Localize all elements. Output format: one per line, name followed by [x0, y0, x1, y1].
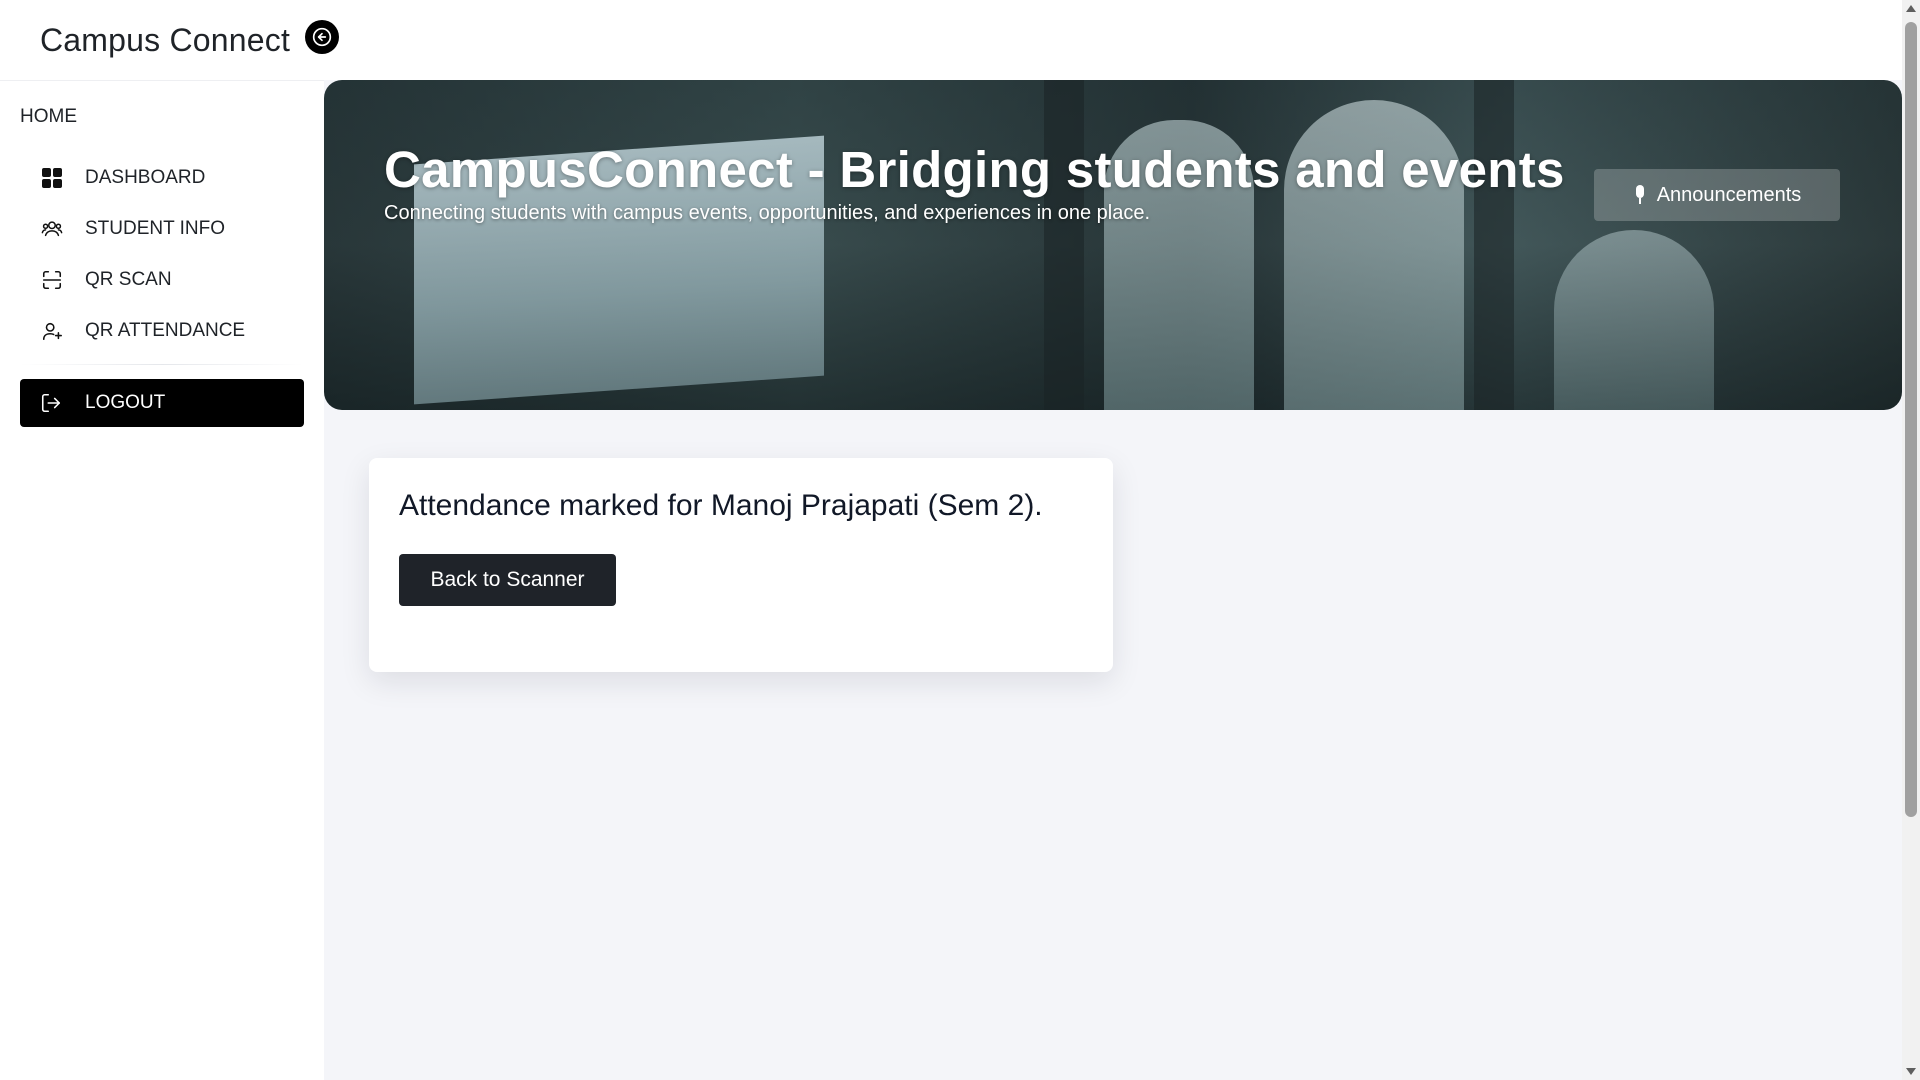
attendance-message: Attendance marked for Manoj Prajapati (S…	[399, 489, 1043, 522]
sidebar-item-student-info[interactable]: STUDENT INFO	[20, 203, 304, 254]
hero-decoration	[1044, 80, 1084, 410]
sidebar-item-label: DASHBOARD	[85, 166, 206, 188]
announcements-button[interactable]: Announcements	[1594, 169, 1840, 221]
arrow-left-icon	[312, 27, 332, 47]
hero-subtitle: Connecting students with campus events, …	[384, 202, 1151, 224]
microphone-icon	[1633, 185, 1647, 205]
hero-banner: CampusConnect - Bridging students and ev…	[324, 80, 1902, 410]
dashboard-grid-icon	[40, 166, 64, 190]
sidebar-item-qr-scan[interactable]: QR SCAN	[20, 254, 304, 305]
attendance-result-card: Attendance marked for Manoj Prajapati (S…	[369, 458, 1113, 672]
sidebar-item-label: QR SCAN	[85, 268, 172, 290]
hero-decoration	[1554, 230, 1714, 410]
scroll-up-arrow-icon[interactable]	[1906, 5, 1916, 12]
logout-button[interactable]: LOGOUT	[20, 379, 304, 427]
brand-title: Campus Connect	[40, 21, 291, 58]
hero-title: CampusConnect - Bridging students and ev…	[384, 141, 1565, 198]
logout-label: LOGOUT	[85, 392, 166, 413]
sidebar-item-label: QR ATTENDANCE	[85, 319, 246, 341]
sidebar-collapse-button[interactable]	[305, 20, 339, 54]
sidebar-item-dashboard[interactable]: DASHBOARD	[20, 152, 304, 203]
sidebar-divider	[20, 364, 304, 365]
brand-header: Campus Connect	[0, 0, 324, 81]
scrollbar-thumb[interactable]	[1905, 22, 1917, 817]
main-content: CampusConnect - Bridging students and ev…	[324, 80, 1902, 1080]
announcements-label: Announcements	[1656, 183, 1802, 206]
user-plus-icon	[40, 319, 64, 343]
sidebar: Campus Connect HOME DASHBOARD STUDENT IN…	[0, 0, 339, 1080]
sidebar-item-qr-attendance[interactable]: QR ATTENDANCE	[20, 305, 304, 356]
sidebar-nav: DASHBOARD STUDENT INFO QR SCAN QR ATTEND…	[20, 152, 304, 356]
back-to-scanner-button[interactable]: Back to Scanner	[399, 554, 616, 606]
logout-icon	[40, 391, 64, 415]
scroll-down-arrow-icon[interactable]	[1906, 1068, 1916, 1075]
section-label-home: HOME	[20, 106, 77, 127]
page-scrollbar[interactable]	[1902, 0, 1920, 1080]
sidebar-item-label: STUDENT INFO	[85, 217, 226, 239]
hero-decoration	[1474, 80, 1514, 410]
users-icon	[40, 217, 64, 241]
scan-icon	[40, 268, 64, 292]
